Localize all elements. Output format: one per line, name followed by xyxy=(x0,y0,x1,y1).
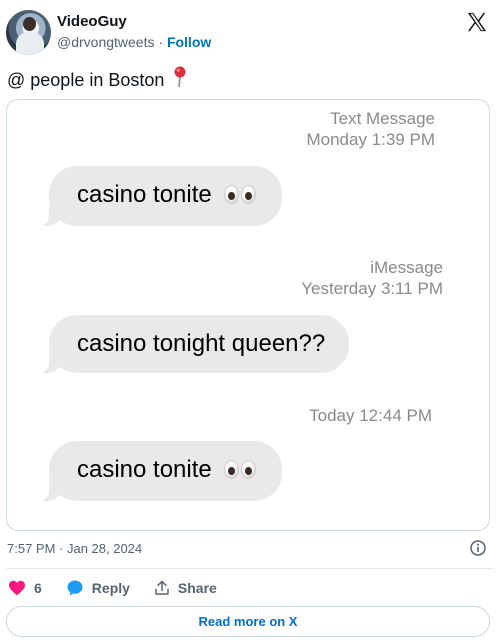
x-logo-icon[interactable] xyxy=(466,11,488,33)
reply-button[interactable]: Reply xyxy=(66,579,130,597)
avatar[interactable] xyxy=(6,10,51,55)
share-button[interactable]: Share xyxy=(154,580,217,596)
message-bubble-2: casino tonight queen?? xyxy=(36,315,350,373)
eyes-emoji-icon xyxy=(224,168,258,226)
message-text-3: casino tonite xyxy=(77,456,212,483)
share-label: Share xyxy=(177,580,217,596)
message-time-1: Monday 1:39 PM xyxy=(306,130,435,149)
follow-button[interactable]: Follow xyxy=(167,34,211,50)
like-count: 6 xyxy=(34,580,42,596)
reply-bubble-icon xyxy=(67,580,83,596)
message-meta-3: Today 12:44 PM xyxy=(309,405,432,426)
message-text-2: casino tonight queen?? xyxy=(77,330,326,357)
tweet-text-content: @ people in Boston xyxy=(7,70,165,90)
round-pushpin-icon xyxy=(174,66,186,88)
tweet-text: @ people in Boston xyxy=(7,66,187,91)
info-icon[interactable] xyxy=(470,540,486,556)
heart-icon xyxy=(9,580,25,596)
user-handle-line: @drvongtweets · Follow xyxy=(57,34,211,50)
message-service-1: Text Message xyxy=(330,109,435,128)
read-more-on-x-button[interactable]: Read more on X xyxy=(6,606,490,637)
user-handle[interactable]: @drvongtweets xyxy=(57,34,154,50)
share-icon xyxy=(155,580,169,595)
message-meta-2: iMessage Yesterday 3:11 PM xyxy=(301,257,443,299)
avatar-head xyxy=(23,17,36,31)
like-button[interactable]: 6 xyxy=(8,580,42,596)
tweet-timestamp[interactable]: 7:57 PM · Jan 28, 2024 xyxy=(7,541,142,556)
reply-label: Reply xyxy=(91,580,130,596)
media-screenshot[interactable]: Text Message Monday 1:39 PM casino tonit… xyxy=(6,99,490,531)
tweet-header: VideoGuy @drvongtweets · Follow xyxy=(6,8,494,58)
message-bubble-1: casino tonite xyxy=(36,166,283,226)
message-bubble-3: casino tonite xyxy=(36,441,283,501)
eyes-emoji-icon xyxy=(224,443,258,501)
message-service-2: iMessage xyxy=(370,258,443,277)
message-time-3: Today 12:44 PM xyxy=(309,406,432,425)
message-meta-1: Text Message Monday 1:39 PM xyxy=(306,108,435,150)
user-display-name[interactable]: VideoGuy xyxy=(57,13,127,30)
divider xyxy=(6,568,494,569)
action-bar: 6 Reply Share xyxy=(8,578,241,598)
avatar-body xyxy=(16,32,44,55)
separator-dot: · xyxy=(154,34,167,50)
message-time-2: Yesterday 3:11 PM xyxy=(301,279,443,298)
message-text-1: casino tonite xyxy=(77,181,212,208)
